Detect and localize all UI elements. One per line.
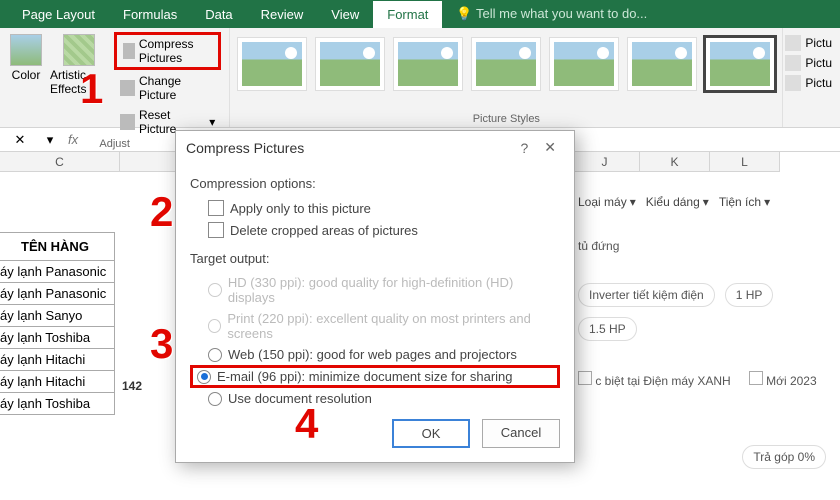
style-thumb-4[interactable] (472, 38, 540, 90)
print-radio (208, 319, 221, 333)
tab-page-layout[interactable]: Page Layout (8, 1, 109, 28)
dialog-close-button[interactable]: ✕ (536, 139, 564, 156)
delete-cropped-checkbox[interactable] (208, 222, 224, 238)
row-number: 142 (122, 379, 142, 393)
callout-4: 4 (295, 400, 318, 448)
tag-inverter[interactable]: Inverter tiết kiệm điện (578, 283, 715, 307)
text-tudung: tủ đứng (578, 239, 828, 253)
dialog-title: Compress Pictures (186, 140, 304, 156)
filter-tien[interactable]: Tiện ích ▾ (719, 195, 770, 209)
picture-styles-label: Picture Styles (238, 113, 774, 125)
check-xanh[interactable]: c biệt tại Điện máy XANH (578, 371, 731, 388)
col-j[interactable]: J (570, 152, 640, 172)
table-row[interactable]: áy lạnh Hitachi (0, 349, 114, 371)
compress-pictures-button[interactable]: Compress Pictures (114, 32, 221, 70)
border-icon (785, 35, 801, 51)
change-picture-icon (120, 80, 135, 96)
picture-effects-button[interactable]: Pictu (783, 54, 834, 72)
style-thumb-3[interactable] (394, 38, 462, 90)
col-c[interactable]: C (0, 152, 120, 172)
fx-label: fx (60, 132, 86, 147)
style-thumb-1[interactable] (238, 38, 306, 90)
table-row[interactable]: áy lạnh Sanyo (0, 305, 114, 327)
web-radio[interactable] (208, 348, 222, 362)
ok-button[interactable]: OK (392, 419, 470, 448)
layout-icon (785, 75, 801, 91)
table-row[interactable]: áy lạnh Panasonic (0, 261, 114, 283)
opt-web[interactable]: Web (150 ppi): good for web pages and pr… (190, 344, 560, 365)
compression-options-label: Compression options: (190, 176, 560, 191)
tab-format[interactable]: Format (373, 1, 442, 28)
ribbon-tabs: Page Layout Formulas Data Review View Fo… (0, 0, 840, 28)
table-row[interactable]: áy lạnh Toshiba (0, 393, 114, 415)
style-thumb-6[interactable] (628, 38, 696, 90)
opt-email[interactable]: E-mail (96 ppi): minimize document size … (190, 365, 560, 388)
right-content: Loại máy ▾ Kiểu dáng ▾ Tiện ích ▾ tủ đứn… (578, 195, 828, 388)
tab-formulas[interactable]: Formulas (109, 1, 191, 28)
tag-15hp[interactable]: 1.5 HP (578, 317, 637, 341)
opt-print: Print (220 ppi): excellent quality on mo… (190, 308, 560, 344)
style-thumb-5[interactable] (550, 38, 618, 90)
email-radio[interactable] (197, 370, 211, 384)
callout-1: 1 (80, 65, 103, 113)
table-rows: áy lạnh Panasonic áy lạnh Panasonic áy l… (0, 261, 115, 415)
table-header: TÊN HÀNG (0, 232, 115, 261)
opt-docres[interactable]: Use document resolution (190, 388, 560, 409)
callout-2: 2 (150, 188, 173, 236)
filter-kieu[interactable]: Kiểu dáng ▾ (646, 195, 709, 209)
check-2023[interactable]: Mới 2023 (749, 371, 817, 388)
group-picture-styles: Picture Styles (230, 28, 783, 127)
callout-3: 3 (150, 320, 173, 368)
tag-tragop[interactable]: Trả góp 0% (742, 445, 826, 469)
apply-only-checkbox[interactable] (208, 200, 224, 216)
target-output-label: Target output: (190, 251, 560, 266)
opt-hd: HD (330 ppi): good quality for high-defi… (190, 272, 560, 308)
change-picture-button[interactable]: Change Picture (114, 72, 221, 104)
opt-delete-cropped[interactable]: Delete cropped areas of pictures (190, 219, 560, 241)
effects-icon (785, 55, 801, 71)
artistic-icon (63, 34, 95, 66)
ribbon: Color Artistic Effects Compress Pictures… (0, 28, 840, 128)
tell-me-search[interactable]: 💡 Tell me what you want to do... (442, 0, 840, 28)
tab-data[interactable]: Data (191, 1, 246, 28)
table-row[interactable]: áy lạnh Toshiba (0, 327, 114, 349)
style-thumb-2[interactable] (316, 38, 384, 90)
compress-icon (123, 43, 135, 59)
col-l[interactable]: L (710, 152, 780, 172)
tab-review[interactable]: Review (247, 1, 318, 28)
picture-options: Pictu Pictu Pictu (783, 28, 840, 127)
dialog-help-button[interactable]: ? (512, 140, 536, 156)
tab-view[interactable]: View (317, 1, 373, 28)
filter-loai[interactable]: Loại máy ▾ (578, 195, 636, 209)
table-row[interactable]: áy lạnh Hitachi (0, 371, 114, 393)
col-k[interactable]: K (640, 152, 710, 172)
style-thumb-7[interactable] (706, 38, 774, 90)
hd-radio (208, 283, 222, 297)
picture-border-button[interactable]: Pictu (783, 34, 834, 52)
picture-layout-button[interactable]: Pictu (783, 74, 834, 92)
color-icon (10, 34, 42, 66)
compress-pictures-dialog: Compress Pictures ? ✕ Compression option… (175, 130, 575, 463)
group-adjust: Color Artistic Effects Compress Pictures… (0, 28, 230, 127)
cancel-button[interactable]: Cancel (482, 419, 560, 448)
table-row[interactable]: áy lạnh Panasonic (0, 283, 114, 305)
color-button[interactable]: Color (8, 32, 44, 84)
opt-apply-only[interactable]: Apply only to this picture (190, 197, 560, 219)
tag-1hp[interactable]: 1 HP (725, 283, 774, 307)
reset-picture-icon (120, 114, 135, 130)
docres-radio[interactable] (208, 392, 222, 406)
